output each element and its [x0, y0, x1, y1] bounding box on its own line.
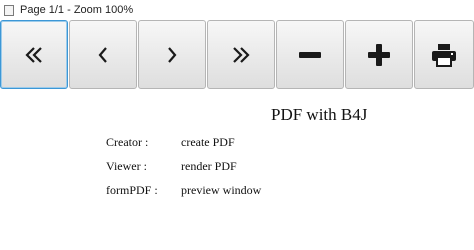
double-chevron-right-icon	[233, 46, 250, 63]
chevron-left-icon	[98, 46, 107, 63]
pdf-preview-area: PDF with B4J Creator : create PDF Viewer…	[0, 92, 474, 250]
creator-value: create PDF	[181, 135, 235, 149]
first-page-button[interactable]	[0, 20, 68, 89]
last-page-button[interactable]	[207, 20, 275, 89]
minus-icon	[299, 51, 321, 58]
viewer-value: render PDF	[181, 159, 237, 173]
zoom-out-button[interactable]	[276, 20, 344, 89]
creator-label: Creator :	[106, 135, 149, 149]
previous-page-button[interactable]	[69, 20, 137, 89]
viewer-label: Viewer :	[106, 159, 147, 173]
window-titlebar: Page 1/1 - Zoom 100%	[0, 0, 474, 20]
chevron-right-icon	[168, 46, 177, 63]
plus-icon	[368, 43, 390, 66]
formpdf-value: preview window	[181, 183, 262, 197]
zoom-in-button[interactable]	[345, 20, 413, 89]
window-title: Page 1/1 - Zoom 100%	[20, 4, 134, 16]
printer-icon	[432, 43, 456, 67]
app-icon	[4, 4, 14, 16]
toolbar	[0, 20, 474, 92]
document-title: PDF with B4J	[271, 105, 368, 124]
double-chevron-left-icon	[25, 46, 42, 63]
next-page-button[interactable]	[138, 20, 206, 89]
formpdf-label: formPDF :	[106, 183, 158, 197]
print-button[interactable]	[414, 20, 474, 89]
